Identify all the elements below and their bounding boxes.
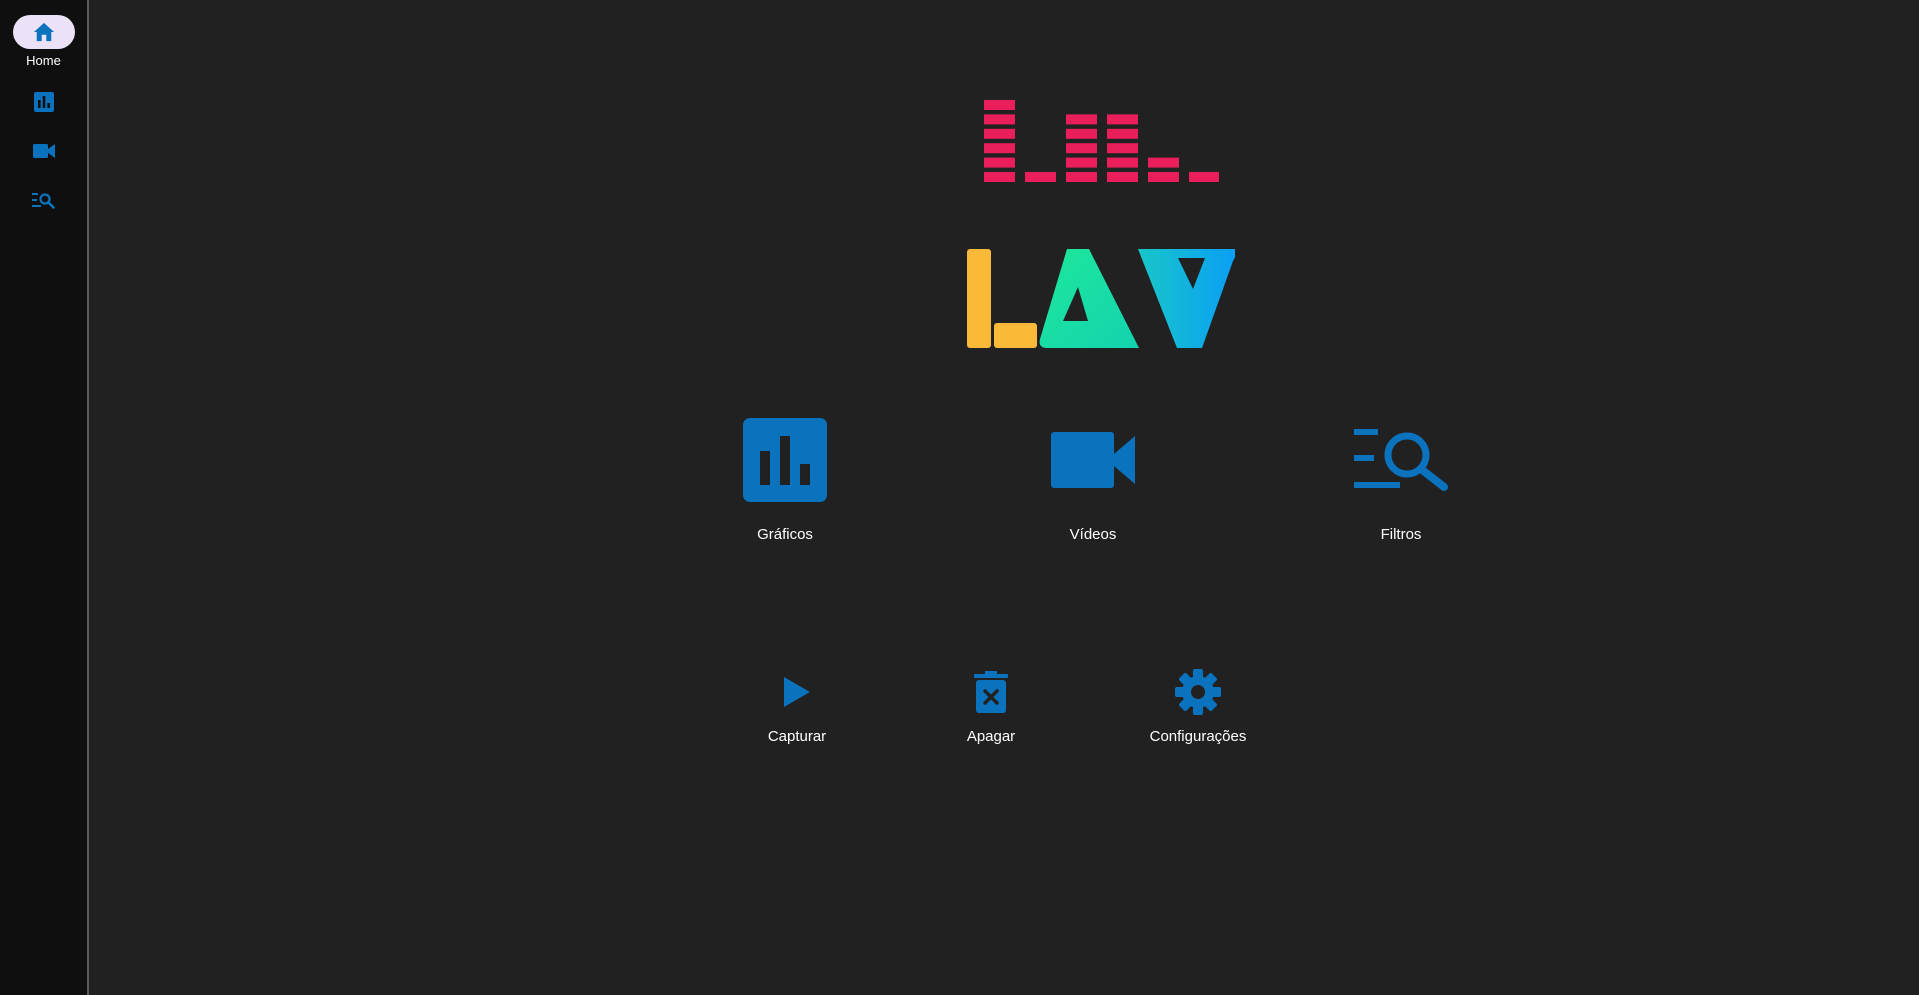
capturar-label: Capturar xyxy=(767,728,827,745)
filter-search-icon xyxy=(32,192,55,209)
configuracoes-label: Configurações xyxy=(1149,728,1247,745)
tile-label: Gráficos xyxy=(757,526,813,543)
app-window: Home Gráficos Vídeos Filtros Capturar Ap… xyxy=(0,0,1919,995)
sidebar-item-videos[interactable] xyxy=(0,138,87,164)
apagar-button[interactable]: Apagar xyxy=(901,664,1081,746)
apagar-label: Apagar xyxy=(966,728,1016,745)
sidebar-item-filtros[interactable] xyxy=(0,187,87,213)
configuracoes-button[interactable]: Configurações xyxy=(1108,664,1288,746)
equalizer-segment xyxy=(984,172,1015,182)
tile-label: Vídeos xyxy=(1069,526,1117,543)
equalizer-segment xyxy=(1107,172,1138,182)
equalizer-segment xyxy=(1025,172,1056,182)
equalizer-segment xyxy=(984,157,1015,168)
sidebar-item-home[interactable]: Home xyxy=(0,15,87,68)
lav-logo xyxy=(967,249,1235,348)
equalizer-segment xyxy=(984,100,1015,110)
equalizer-segment xyxy=(1066,157,1097,168)
equalizer-segment xyxy=(1189,172,1219,182)
equalizer-segment xyxy=(1066,172,1097,182)
equalizer-segment xyxy=(1066,114,1097,125)
equalizer-segment xyxy=(1066,143,1097,154)
tile-label: Filtros xyxy=(1380,526,1422,543)
tile-graficos[interactable]: Gráficos xyxy=(685,410,885,544)
equalizer-segment xyxy=(984,114,1015,125)
main-content: Gráficos Vídeos Filtros Capturar Apagar … xyxy=(89,0,1919,995)
equalizer-segment xyxy=(1148,172,1179,182)
equalizer-segment xyxy=(1148,157,1179,168)
equalizer-icon xyxy=(984,100,1219,182)
video-camera-icon xyxy=(1051,432,1135,488)
sidebar-item-graficos[interactable] xyxy=(0,89,87,115)
equalizer-segment xyxy=(1107,114,1138,125)
bar-chart-icon xyxy=(33,92,54,112)
video-camera-icon xyxy=(32,144,55,158)
bar-chart-icon xyxy=(743,418,827,502)
equalizer-segment xyxy=(1107,157,1138,168)
tile-filtros[interactable]: Filtros xyxy=(1301,410,1501,544)
delete-icon xyxy=(974,671,1008,713)
play-icon xyxy=(784,677,810,707)
sidebar-item-home-pill[interactable] xyxy=(12,15,75,49)
capturar-button[interactable]: Capturar xyxy=(707,664,887,746)
home-icon xyxy=(33,22,54,42)
equalizer-segment xyxy=(984,143,1015,154)
filter-search-icon xyxy=(1354,429,1448,491)
equalizer-segment xyxy=(1107,143,1138,154)
equalizer-segment xyxy=(984,128,1015,139)
sidebar: Home xyxy=(0,0,89,995)
equalizer-segment xyxy=(1107,128,1138,139)
sidebar-item-label: Home xyxy=(26,53,61,68)
gear-icon xyxy=(1175,669,1221,715)
tile-videos[interactable]: Vídeos xyxy=(993,410,1193,544)
equalizer-segment xyxy=(1066,128,1097,139)
